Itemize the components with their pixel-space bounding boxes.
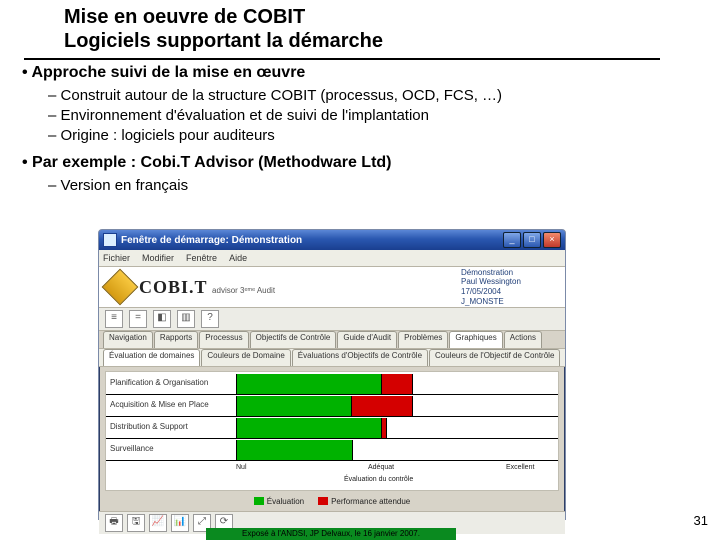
chart-row-label: Planification & Organisation [110,378,230,387]
subtab-objective-colors[interactable]: Couleurs de l'Objectif de Contrôle [429,349,560,366]
toolbar-icon[interactable]: ≡ [105,310,123,328]
tab-process[interactable]: Processus [199,331,248,348]
brand-name-wrap: COBI.T advisor 3ᵉᵐᵉ Audit [139,277,275,298]
chart-gridline [106,416,558,417]
chart-bar-perf [381,374,413,394]
window-title: Fenêtre de démarrage: Démonstration [121,235,503,246]
slide-title: Mise en oeuvre de COBIT Logiciels suppor… [64,6,656,53]
chart-bar-eval [236,418,383,438]
chart-bar-eval [236,440,353,460]
brand-sub: advisor 3ᵉᵐᵉ Audit [212,286,275,295]
legend-label: Performance attendue [331,497,410,506]
title-line-1: Mise en oeuvre de COBIT [64,6,656,30]
app-icon [103,233,117,247]
toolbar-icon[interactable]: ▥ [177,310,195,328]
chart-legend: Évaluation Performance attendue [99,493,565,509]
chart-bar-eval [236,396,353,416]
bbar-icon[interactable]: 🖶 [105,514,123,532]
bullet-1-2: Environnement d'évaluation et de suivi d… [48,106,682,126]
legend-swatch-icon [318,497,328,505]
chart-gridline [106,438,558,439]
bbar-icon[interactable]: 📈 [149,514,167,532]
footer-credit: Exposé à l'ANDSI, JP Delvaux, le 16 janv… [206,528,456,540]
tab-actions[interactable]: Actions [504,331,542,348]
title-line-2: Logiciels supportant la démarche [64,30,656,54]
menu-edit[interactable]: Modifier [142,253,174,263]
tab-problems[interactable]: Problèmes [398,331,448,348]
toolbar-icon[interactable]: = [129,310,147,328]
slide-number: 31 [694,513,708,528]
bullet-1: Approche suivi de la mise en œuvre Const… [22,62,682,146]
menu-file[interactable]: Fichier [103,253,130,263]
tab-graphics[interactable]: Graphiques [449,331,502,348]
bullet-1-sub: Construit autour de la structure COBIT (… [22,86,682,147]
chart-bar-perf [381,418,387,438]
menu-help[interactable]: Aide [229,253,247,263]
brand-left: COBI.T advisor 3ᵉᵐᵉ Audit [107,274,275,300]
bullet-2-text: Par exemple : Cobi.T Advisor (Methodware… [32,154,391,171]
bullet-1-text: Approche suivi de la mise en œuvre [31,64,305,81]
tab-audit[interactable]: Guide d'Audit [337,331,397,348]
close-button[interactable]: × [543,232,561,248]
bullet-1-3: Origine : logiciels pour auditeurs [48,126,682,146]
toolbar-help-icon[interactable]: ? [201,310,219,328]
tab-bar: Navigation Rapports Processus Objectifs … [99,331,565,349]
bullet-1-1: Construit autour de la structure COBIT (… [48,86,682,106]
toolbar: ≡ = ◧ ▥ ? [99,308,565,331]
brand-name: COBI.T [139,277,208,297]
toolbar-icon[interactable]: ◧ [153,310,171,328]
subtab-eval-objectives[interactable]: Évaluations d'Objectifs de Contrôle [292,349,428,366]
legend-swatch-icon [254,497,264,505]
brand-meta: Démonstration Paul Wessington 17/05/2004… [461,268,557,306]
window-buttons: _ □ × [503,232,561,248]
bullet-2-sub: Version en français [22,176,682,196]
brand-row: COBI.T advisor 3ᵉᵐᵉ Audit Démonstration … [99,267,565,308]
chart-gridline [106,460,558,461]
axis-tick: Excellent [506,464,534,471]
legend-item-perf: Performance attendue [318,497,410,506]
chart-bar-eval [236,374,383,394]
axis-tick: Nul [236,464,247,471]
window-titlebar[interactable]: Fenêtre de démarrage: Démonstration _ □ … [99,230,565,250]
slide: Mise en oeuvre de COBIT Logiciels suppor… [0,0,720,540]
chart-bar-perf [351,396,413,416]
brand-logo-icon [102,269,139,306]
chart-area: Planification & Organisation Acquisition… [105,371,559,491]
bbar-icon[interactable]: 📊 [171,514,189,532]
tab-navigation[interactable]: Navigation [103,331,153,348]
meta-date: 17/05/2004 [461,287,557,297]
bbar-icon[interactable]: 🖫 [127,514,145,532]
subtab-domain-colors[interactable]: Couleurs de Domaine [201,349,290,366]
meta-user: Paul Wessington [461,277,557,287]
bullet-2: Par exemple : Cobi.T Advisor (Methodware… [22,152,682,196]
app-window: Fenêtre de démarrage: Démonstration _ □ … [98,229,566,520]
meta-id: J_MONSTE [461,297,557,307]
legend-label: Évaluation [267,497,304,506]
chart-gridline [106,394,558,395]
bullet-list: Approche suivi de la mise en œuvre Const… [22,62,682,202]
legend-item-eval: Évaluation [254,497,304,506]
minimize-button[interactable]: _ [503,232,521,248]
axis-label: Évaluation du contrôle [344,476,413,483]
tab-objectives[interactable]: Objectifs de Contrôle [250,331,337,348]
tab-reports[interactable]: Rapports [154,331,198,348]
title-underline [24,58,660,60]
chart-row-label: Acquisition & Mise en Place [110,400,230,409]
subtab-eval-domains[interactable]: Évaluation de domaines [103,349,200,366]
menu-window[interactable]: Fenêtre [186,253,217,263]
chart-row-label: Distribution & Support [110,422,230,431]
bullet-2-1: Version en français [48,176,682,196]
subtab-bar: Évaluation de domaines Couleurs de Domai… [99,349,565,367]
chart-row-label: Surveillance [110,444,230,453]
meta-demo: Démonstration [461,268,557,278]
menu-bar: Fichier Modifier Fenêtre Aide [99,250,565,267]
maximize-button[interactable]: □ [523,232,541,248]
axis-tick: Adéquat [368,464,394,471]
